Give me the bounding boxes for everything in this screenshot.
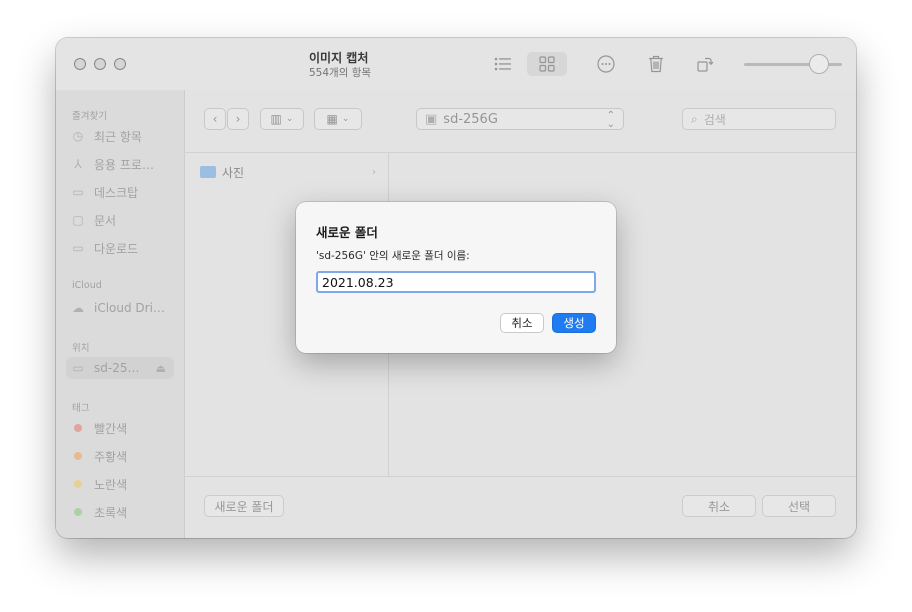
dialog-create-button[interactable]: 생성 (552, 313, 596, 333)
new-folder-dialog: 새로운 폴더 'sd-256G' 안의 새로운 폴더 이름: 취소 생성 (296, 202, 616, 353)
folder-name-input[interactable] (316, 271, 596, 293)
dialog-title: 새로운 폴더 (316, 225, 378, 240)
dialog-prompt: 'sd-256G' 안의 새로운 폴더 이름: (316, 250, 470, 262)
dialog-cancel-button[interactable]: 취소 (500, 313, 544, 333)
